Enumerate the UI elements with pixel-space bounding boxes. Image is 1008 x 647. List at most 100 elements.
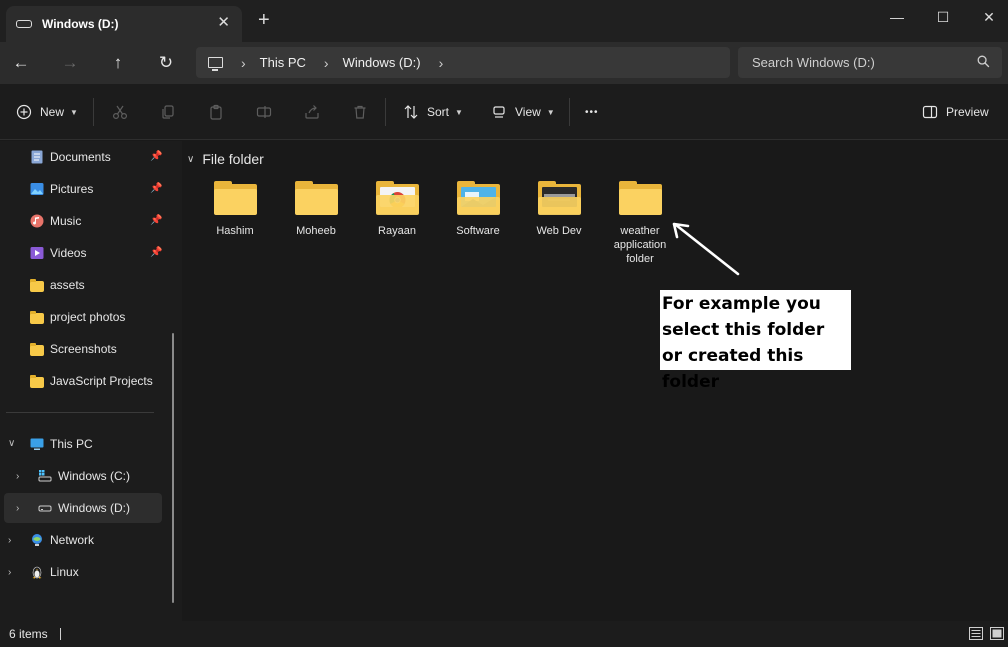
more-options-button[interactable]: •••: [585, 100, 599, 124]
sidebar-item-pictures[interactable]: Pictures: [0, 174, 93, 204]
sidebar-item-documents[interactable]: Documents: [0, 142, 111, 172]
delete-button[interactable]: [352, 100, 368, 124]
paste-button[interactable]: [208, 100, 224, 124]
sidebar-item-network[interactable]: Network: [0, 525, 94, 555]
chevron-right-icon[interactable]: ›: [439, 55, 444, 71]
sidebar-item-windows-d[interactable]: Windows (D:): [8, 493, 130, 523]
folder-item-rayaan[interactable]: Rayaan: [357, 181, 437, 238]
new-button[interactable]: New ▼: [16, 100, 78, 124]
sidebar-divider: [6, 412, 154, 413]
sort-button[interactable]: Sort ▼: [403, 100, 463, 124]
plus-circle-icon: [16, 104, 32, 120]
folder-name: Rayaan: [378, 225, 416, 237]
tab-windows-d[interactable]: Windows (D:) ✕: [6, 6, 242, 42]
toolbar-divider: [569, 98, 570, 126]
pin-icon[interactable]: 📌: [150, 247, 162, 258]
search-icon: [977, 55, 990, 68]
sidebar-item-project-photos[interactable]: project photos: [0, 302, 125, 332]
chevron-down-icon: ▼: [546, 107, 555, 117]
breadcrumb-this-pc[interactable]: This PC: [260, 55, 306, 70]
folder-icon: [30, 310, 44, 324]
breadcrumb-windows-d[interactable]: Windows (D:): [343, 55, 421, 70]
view-button[interactable]: View ▼: [491, 100, 555, 124]
computer-icon: [208, 57, 223, 71]
annotation-note: For example you select this folder or cr…: [660, 290, 851, 392]
network-icon: [32, 534, 42, 546]
title-bar: Windows (D:) ✕ + — ☐ ✕: [0, 0, 1008, 42]
navigation-bar: ← → ↑ ↻ › This PC › Windows (D:) › Searc…: [0, 42, 1008, 84]
new-tab-button[interactable]: +: [258, 10, 270, 30]
folder-icon: [30, 342, 44, 356]
new-label: New: [40, 105, 65, 119]
sidebar-item-music[interactable]: Music: [0, 206, 81, 236]
sidebar-item-this-pc[interactable]: This PC: [0, 429, 93, 459]
close-button[interactable]: ✕: [966, 4, 1008, 30]
chevron-down-icon[interactable]: ∨: [187, 154, 194, 165]
preview-button[interactable]: Preview: [922, 100, 989, 124]
sidebar-item-videos[interactable]: Videos: [0, 238, 86, 268]
folder-icon: [30, 278, 44, 292]
sidebar-scrollbar[interactable]: [172, 333, 174, 603]
forward-button[interactable]: →: [55, 50, 85, 76]
toolbar-divider: [93, 98, 94, 126]
sidebar-item-linux[interactable]: Linux: [0, 557, 79, 587]
folder-icon: [618, 181, 662, 215]
folder-name: Moheeb: [296, 225, 336, 237]
tab-close-button[interactable]: ✕: [217, 15, 230, 31]
search-input[interactable]: Search Windows (D:): [752, 55, 875, 70]
search-box[interactable]: Search Windows (D:): [738, 47, 1002, 78]
item-count: 6 items: [9, 627, 48, 641]
documents-icon: [31, 150, 43, 164]
preview-pane-icon: [922, 105, 938, 119]
chevron-right-icon: ›: [323, 54, 329, 71]
pin-icon[interactable]: 📌: [150, 215, 162, 226]
refresh-button[interactable]: ↻: [151, 50, 181, 76]
navigation-pane: Documents 📌 Pictures 📌 Music 📌 Videos 📌 …: [0, 141, 182, 621]
sidebar-item-windows-c[interactable]: Windows (C:): [8, 461, 130, 491]
chevron-down-icon: ▼: [70, 107, 78, 117]
cut-button[interactable]: [112, 100, 128, 124]
pictures-icon: [30, 183, 44, 195]
system-drive-icon: [38, 470, 52, 482]
folder-item-software[interactable]: Software: [438, 181, 518, 238]
folder-name: Web Dev: [536, 225, 582, 237]
sidebar-item-javascript-projects[interactable]: JavaScript Projects: [0, 366, 153, 396]
folder-icon: [213, 181, 257, 215]
sidebar-item-label: Documents: [50, 150, 111, 164]
maximize-button[interactable]: ☐: [920, 4, 966, 30]
folder-icon: [456, 181, 500, 215]
sidebar-item-label: Windows (C:): [58, 469, 131, 483]
group-header[interactable]: ∨ File folder: [187, 151, 264, 167]
pin-icon[interactable]: 📌: [150, 151, 162, 162]
up-button[interactable]: ↑: [103, 50, 133, 76]
sidebar-item-label: Pictures: [50, 182, 94, 196]
folder-icon: [30, 374, 44, 388]
sidebar-item-label: Videos: [50, 246, 87, 260]
folder-item-web-dev[interactable]: Web Dev: [519, 181, 599, 238]
videos-icon: [30, 247, 44, 259]
sidebar-item-assets[interactable]: assets: [0, 270, 85, 300]
minimize-button[interactable]: —: [874, 4, 920, 30]
sidebar-item-screenshots[interactable]: Screenshots: [0, 334, 117, 364]
large-icons-view-icon[interactable]: [990, 627, 1004, 640]
folder-icon: [375, 181, 419, 215]
address-bar[interactable]: › This PC › Windows (D:) ›: [196, 47, 730, 78]
drive-icon: [16, 20, 32, 28]
sort-icon: [404, 105, 418, 119]
view-label: View: [515, 105, 541, 119]
toolbar-divider: [385, 98, 386, 126]
share-button[interactable]: [304, 100, 320, 124]
chevron-right-icon: ›: [241, 54, 246, 71]
sidebar-item-label: Screenshots: [50, 342, 117, 356]
status-divider: [59, 628, 61, 640]
folder-item-hashim[interactable]: Hashim: [195, 181, 275, 238]
sidebar-item-label: Music: [50, 214, 82, 228]
copy-button[interactable]: [160, 100, 176, 124]
pin-icon[interactable]: 📌: [150, 183, 162, 194]
status-bar: 6 items: [0, 621, 1008, 647]
folder-item-moheeb[interactable]: Moheeb: [276, 181, 356, 238]
rename-button[interactable]: [256, 100, 272, 124]
details-view-icon[interactable]: [969, 627, 983, 640]
command-bar: New ▼ Sort ▼ View ▼ ••• Preview: [0, 84, 1008, 140]
back-button[interactable]: ←: [6, 50, 36, 76]
